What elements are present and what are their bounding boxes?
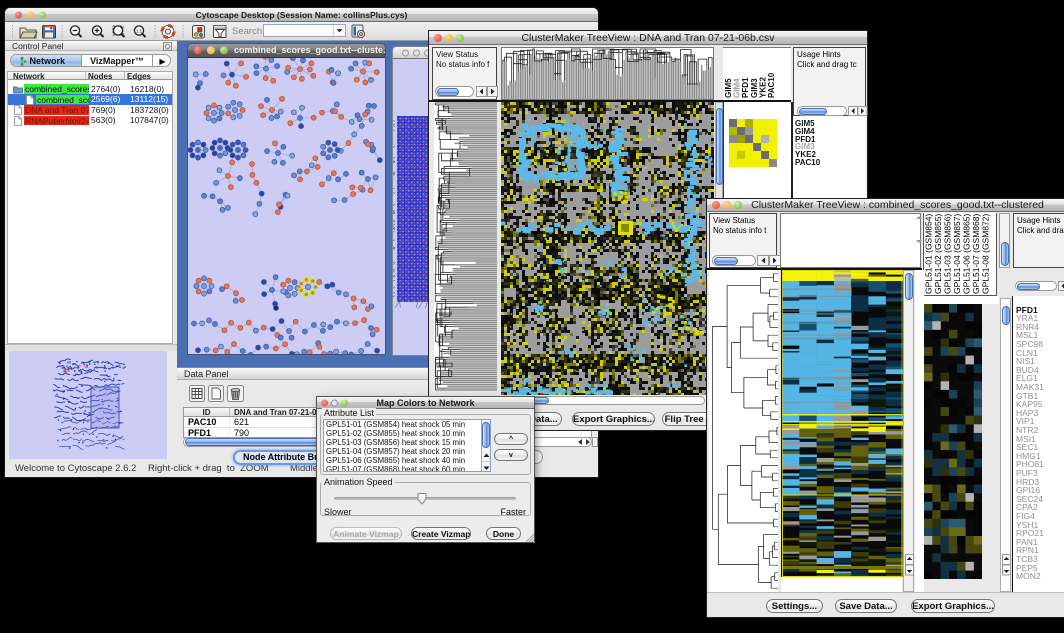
svg-text:GPL51-01 (GSM854): GPL51-01 (GSM854): [924, 214, 934, 294]
svg-text:GPL51-07 (GSM868): GPL51-07 (GSM868): [971, 214, 981, 294]
svg-text:GPL51-04 (GSM857): GPL51-04 (GSM857): [952, 214, 962, 294]
svg-text:GPL51-06 (GSM865): GPL51-06 (GSM865): [962, 214, 972, 294]
svg-text:1:1: 1:1: [136, 28, 143, 33]
svg-text:GPL51-08 (GSM872): GPL51-08 (GSM872): [981, 214, 991, 294]
svg-text:GPL51-02 (GSM855): GPL51-02 (GSM855): [933, 214, 943, 294]
svg-text:PAC10: PAC10: [767, 72, 776, 98]
svg-text:GPL51-03 (GSM856): GPL51-03 (GSM856): [943, 214, 953, 294]
